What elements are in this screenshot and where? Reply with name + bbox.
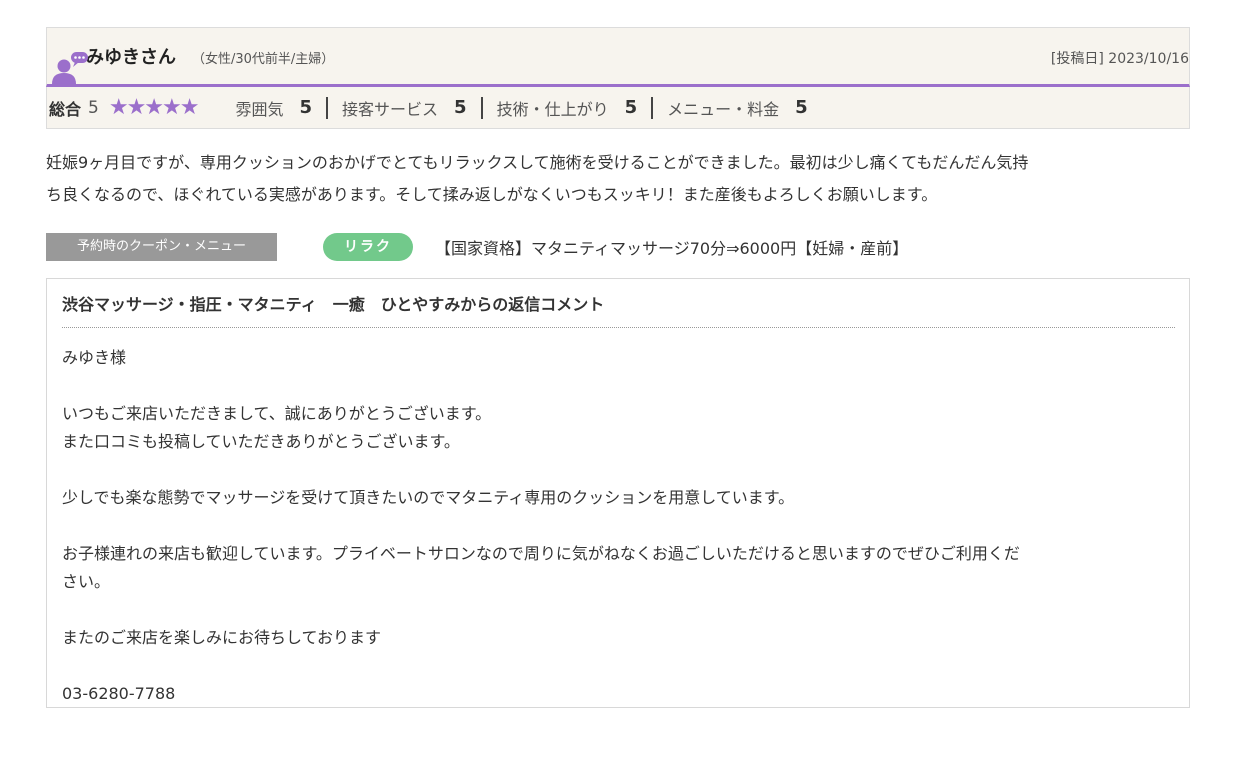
rating-service: 接客サービス 5 [328,96,483,120]
star-rating: ★★★★★ [108,94,200,120]
coupon-menu-link[interactable]: 【国家資格】マタニティマッサージ70分⇒6000円【妊婦・産前】 [435,235,908,259]
reply-body: みゆき様 いつもご来店いただきまして、誠にありがとうございます。 また口コミも投… [62,328,1175,708]
reply-title: 渋谷マッサージ・指圧・マタニティ 一癒 ひとやすみからの返信コメント [62,279,1175,328]
reviewer-profile: （女性/30代前半/主婦） [192,52,335,67]
rating-label: メニュー・料金 [667,99,780,119]
rating-value: 5 [299,97,313,118]
rating-value: 5 [454,97,467,118]
review-text: 妊娠9ヶ月目ですが、専用クッションのおかげでとてもリラックスして施術を受けること… [46,147,1196,211]
category-tag[interactable]: リラク [323,233,413,261]
reply-line: またのご来店を楽しみにお待ちしております [62,628,382,647]
coupon-row: 予約時のクーポン・メニュー リラク 【国家資格】マタニティマッサージ70分⇒60… [46,233,1190,261]
salon-phone-number[interactable]: 03-6280-7788 [62,680,1175,708]
rating-label: 接客サービス [342,99,439,119]
overall-label: 総合 [49,99,82,119]
reviewer-info: みゆきさん （女性/30代前半/主婦） [47,28,334,84]
rating-value: 5 [795,97,808,118]
reviewer-name: みゆきさん [86,47,176,68]
user-comment-icon [50,44,88,84]
reply-line: みゆき様 [62,348,127,367]
rating-menu-price: メニュー・料金 5 [653,96,808,120]
overall-value: 5 [88,97,99,118]
post-date: [投稿日] 2023/10/16 [1050,51,1189,67]
reply-line: お子様連れの来店も歓迎しています。プライベートサロンなので周りに気がねなくお過ご… [62,544,1020,563]
salon-reply: 渋谷マッサージ・指圧・マタニティ 一癒 ひとやすみからの返信コメント みゆき様 … [46,278,1190,708]
rating-label: 技術・仕上がり [496,99,609,119]
rating-label: 雰囲気 [235,99,284,119]
rating-value: 5 [624,97,638,118]
reply-line: 少しでも楽な態勢でマッサージを受けて頂きたいのでマタニティ専用のクッションを用意… [62,488,795,507]
reply-line: いつもご来店いただきまして、誠にありがとうございます。 [62,404,492,423]
reply-line: また口コミも投稿していただきありがとうございます。 [62,432,460,451]
review-header: みゆきさん （女性/30代前半/主婦） [投稿日] 2023/10/16 [46,27,1190,87]
reply-line: さい。 [62,572,111,591]
coupon-label: 予約時のクーポン・メニュー [46,233,277,261]
review-card: みゆきさん （女性/30代前半/主婦） [投稿日] 2023/10/16 総合 … [46,27,1190,708]
rating-atmosphere: 雰囲気 5 [197,96,329,120]
review-text-line: ち良くなるので、ほぐれている実感があります。そして揉み返しがなくいつもスッキリ！… [46,185,938,204]
review-text-line: 妊娠9ヶ月目ですが、専用クッションのおかげでとてもリラックスして施術を受けること… [46,153,1029,172]
rating-technique: 技術・仕上がり 5 [483,96,654,120]
ratings-bar: 総合 5 ★★★★★ 雰囲気 5 接客サービス 5 技術・仕上がり 5 メニュー… [46,87,1190,129]
